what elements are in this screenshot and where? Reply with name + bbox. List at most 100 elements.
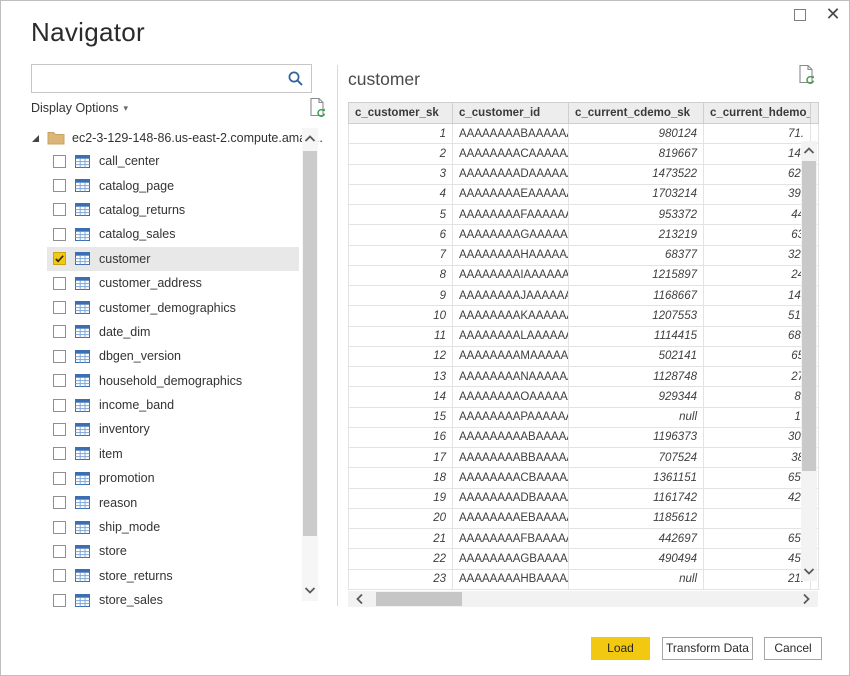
search-box[interactable] (31, 64, 312, 93)
scrollbar-thumb[interactable] (376, 592, 462, 606)
refresh-preview-icon[interactable] (308, 97, 327, 118)
checkbox-reason[interactable] (53, 496, 66, 509)
table-horizontal-scrollbar[interactable] (348, 591, 818, 607)
tree-item-label: customer_demographics (99, 301, 236, 315)
table-row: 18AAAAAAAACBAAAAAA136115165. (349, 468, 819, 488)
cell-customer-id: AAAAAAAAHAAAAAAA (453, 245, 569, 265)
cell-customer-id: AAAAAAAACAAAAAAA (453, 144, 569, 164)
checkbox-call_center[interactable] (53, 155, 66, 168)
table-vertical-scrollbar[interactable] (801, 141, 817, 581)
tree-item-label: reason (99, 496, 137, 510)
checkbox-store[interactable] (53, 545, 66, 558)
tree-item-call_center[interactable]: call_center (47, 149, 299, 173)
column-header-hdemo-sk[interactable]: c_current_hdemo_sk (704, 103, 811, 124)
table-row: 2AAAAAAAACAAAAAAA81966714. (349, 144, 819, 164)
refresh-table-icon[interactable] (797, 64, 816, 85)
scrollbar-thumb[interactable] (802, 161, 816, 471)
cancel-button[interactable]: Cancel (764, 637, 822, 660)
tree-item-store_sales[interactable]: store_sales (47, 588, 299, 612)
checkbox-date_dim[interactable] (53, 325, 66, 338)
cell-row-number: 16 (349, 427, 453, 447)
tree-item-catalog_returns[interactable]: catalog_returns (47, 198, 299, 222)
cell-customer-id: AAAAAAAAPAAAAAAA (453, 407, 569, 427)
checkbox-customer[interactable] (53, 252, 66, 265)
cell-hdemo-sk: 38 (704, 448, 811, 468)
checkbox-income_band[interactable] (53, 399, 66, 412)
tree-item-customer_demographics[interactable]: customer_demographics (47, 295, 299, 319)
tree-item-catalog_page[interactable]: catalog_page (47, 173, 299, 197)
preview-title: customer (348, 69, 420, 90)
display-options-dropdown[interactable]: Display Options▾ (31, 101, 128, 115)
tree-item-customer[interactable]: customer (47, 247, 299, 271)
table-row: 13AAAAAAAANAAAAAAA112874827 (349, 367, 819, 387)
tree-item-date_dim[interactable]: date_dim (47, 320, 299, 344)
column-header-cdemo-sk[interactable]: c_current_cdemo_sk (569, 103, 704, 124)
cell-cdemo-sk: 1215897 (569, 265, 704, 285)
table-icon (75, 374, 90, 387)
checkbox-customer_demographics[interactable] (53, 301, 66, 314)
cell-row-number: 15 (349, 407, 453, 427)
cell-customer-id: AAAAAAAAJAAAAAAA (453, 286, 569, 306)
cell-cdemo-sk: 929344 (569, 387, 704, 407)
tree-item-ship_mode[interactable]: ship_mode (47, 515, 299, 539)
tree-item-store_returns[interactable]: store_returns (47, 564, 299, 588)
checkbox-promotion[interactable] (53, 472, 66, 485)
checkbox-catalog_page[interactable] (53, 179, 66, 192)
tree-item-household_demographics[interactable]: household_demographics (47, 369, 299, 393)
cell-row-number: 18 (349, 468, 453, 488)
scroll-down-icon[interactable] (801, 563, 817, 579)
tree-item-catalog_sales[interactable]: catalog_sales (47, 222, 299, 246)
cell-row-number: 7 (349, 245, 453, 265)
tree-item-item[interactable]: item (47, 442, 299, 466)
tree-item-customer_address[interactable]: customer_address (47, 271, 299, 295)
scroll-up-icon[interactable] (302, 131, 318, 147)
table-icon (75, 155, 90, 168)
column-header-customer-sk[interactable]: c_customer_sk (349, 103, 453, 124)
close-icon[interactable]: ✕ (823, 3, 843, 25)
checkbox-household_demographics[interactable] (53, 374, 66, 387)
cell-hdemo-sk: 68. (704, 326, 811, 346)
scrollbar-thumb[interactable] (303, 151, 317, 536)
checkbox-store_sales[interactable] (53, 594, 66, 607)
scroll-right-icon[interactable] (798, 591, 814, 607)
cell-hdemo-sk: 42. (704, 488, 811, 508)
maximize-button[interactable] (794, 9, 806, 21)
checkbox-item[interactable] (53, 447, 66, 460)
transform-data-button[interactable]: Transform Data (662, 637, 753, 660)
tree-item-dbgen_version[interactable]: dbgen_version (47, 344, 299, 368)
column-header-customer-id[interactable]: c_customer_id (453, 103, 569, 124)
table-icon (75, 569, 90, 582)
checkbox-dbgen_version[interactable] (53, 350, 66, 363)
table-row: 5AAAAAAAAFAAAAAAA95337244 (349, 205, 819, 225)
search-input[interactable] (32, 65, 287, 92)
search-icon[interactable] (287, 70, 304, 87)
display-options-label: Display Options (31, 101, 119, 115)
tree-item-reason[interactable]: reason (47, 490, 299, 514)
tree-item-promotion[interactable]: promotion (47, 466, 299, 490)
table-row: 11AAAAAAAALAAAAAAA111441568. (349, 326, 819, 346)
cell-cdemo-sk: 1161742 (569, 488, 704, 508)
checkbox-store_returns[interactable] (53, 569, 66, 582)
checkbox-inventory[interactable] (53, 423, 66, 436)
load-button[interactable]: Load (591, 637, 650, 660)
left-scrollbar[interactable] (302, 128, 318, 601)
checkbox-customer_address[interactable] (53, 277, 66, 290)
cell-customer-id: AAAAAAAAMAAAAAAA (453, 346, 569, 366)
tree-expander-icon[interactable] (32, 135, 39, 142)
scroll-up-icon[interactable] (801, 143, 817, 159)
tree-item-income_band[interactable]: income_band (47, 393, 299, 417)
checkbox-ship_mode[interactable] (53, 521, 66, 534)
cell-row-number: 21 (349, 529, 453, 549)
tree-root-server[interactable]: ec2-3-129-148-86.us-east-2.compute.amaz.… (32, 127, 323, 149)
scroll-left-icon[interactable] (352, 591, 368, 607)
checkbox-catalog_returns[interactable] (53, 203, 66, 216)
tree-item-label: store (99, 544, 127, 558)
checkbox-catalog_sales[interactable] (53, 228, 66, 241)
tree-item-label: date_dim (99, 325, 150, 339)
cell-cdemo-sk: 1196373 (569, 427, 704, 447)
cell-row-number: 13 (349, 367, 453, 387)
cell-cdemo-sk: 490494 (569, 549, 704, 569)
scroll-down-icon[interactable] (302, 582, 318, 598)
tree-item-inventory[interactable]: inventory (47, 417, 299, 441)
tree-item-store[interactable]: store (47, 539, 299, 563)
